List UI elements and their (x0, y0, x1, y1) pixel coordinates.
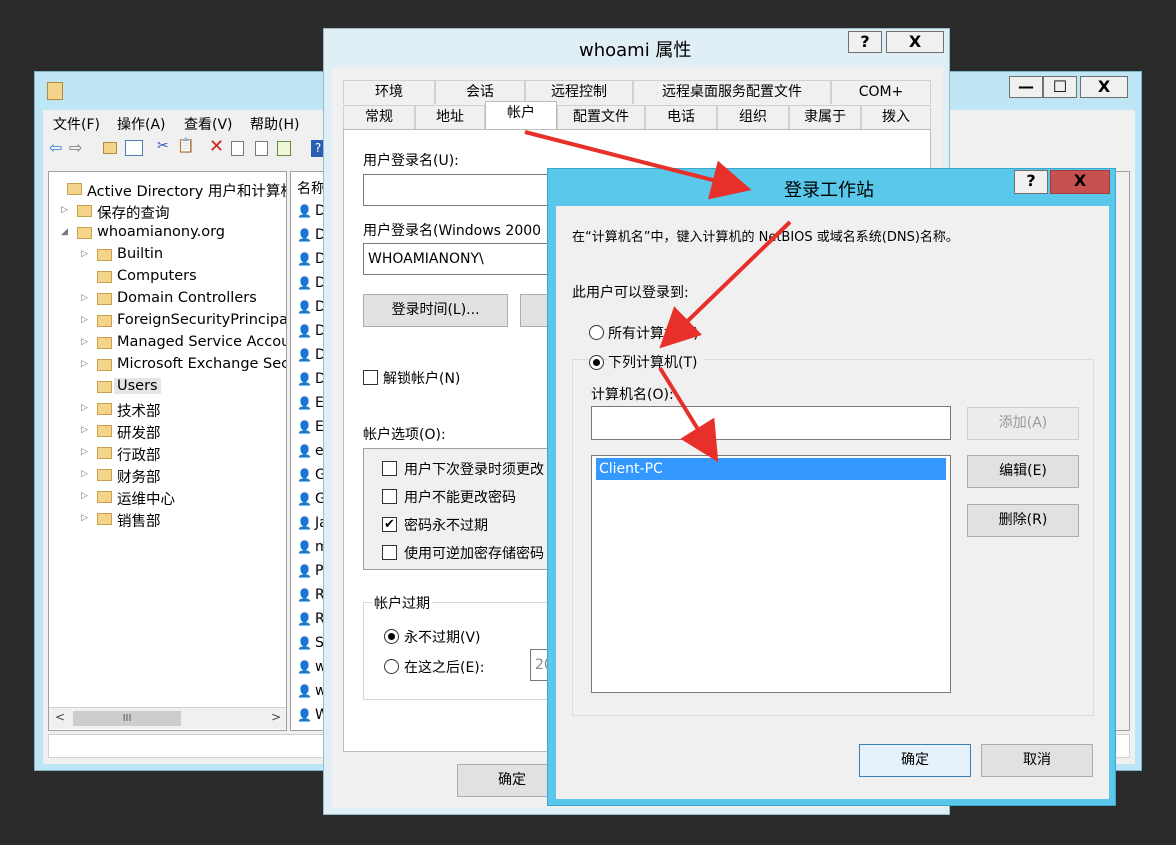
arrow-to-dialog (524, 130, 752, 200)
annotation-arrows (524, 130, 792, 463)
arrow-to-following-radio (659, 220, 792, 349)
arrow-to-computer-list (658, 366, 719, 463)
